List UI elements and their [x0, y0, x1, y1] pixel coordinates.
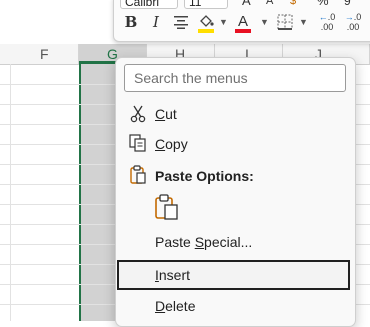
borders-icon[interactable] — [276, 12, 294, 32]
column-header-F[interactable]: F — [0, 44, 79, 64]
menu-item-label: Delete — [155, 298, 196, 314]
access-key: I — [155, 267, 159, 283]
decrease-decimal-icon[interactable]: →.0.00 — [343, 12, 363, 32]
column-label: F — [40, 46, 49, 62]
search-placeholder: Search the menus — [134, 70, 248, 86]
access-key: D — [155, 298, 166, 314]
menu-item-label: Paste Options: — [155, 168, 254, 184]
access-key: C — [155, 136, 166, 152]
access-key: C — [155, 106, 166, 122]
decimal-label: .0 — [327, 12, 336, 22]
font-name-value: Calibri — [125, 0, 160, 9]
font-name-box[interactable]: Calibri — [120, 0, 178, 9]
menu-item-delete[interactable]: Delete — [116, 291, 355, 321]
decimal-label: .00 — [320, 22, 334, 32]
copy-icon — [128, 129, 148, 162]
font-color-swatch — [235, 29, 251, 33]
font-size-value: 11 — [189, 0, 202, 9]
italic-button[interactable]: I — [149, 12, 163, 32]
chevron-down-icon[interactable]: ▼ — [299, 12, 308, 32]
access-key: S — [194, 234, 205, 250]
context-menu: Search the menus Cut Copy Paste Options:… — [115, 57, 356, 327]
menu-item-paste-special[interactable]: Paste Special... — [116, 227, 355, 257]
paste-option-button[interactable] — [154, 193, 180, 223]
menu-section-paste-options: Paste Options: — [116, 161, 355, 191]
font-size-box[interactable]: 11 — [184, 0, 228, 9]
menu-item-label: Insert — [155, 267, 191, 283]
accounting-format-icon[interactable]: $ — [290, 0, 296, 11]
increase-font-icon[interactable]: A — [242, 0, 251, 11]
menu-item-copy[interactable]: Copy — [116, 129, 355, 159]
align-center-icon[interactable] — [172, 12, 190, 32]
menu-item-label: Paste Special... — [155, 234, 253, 250]
search-menus-input[interactable]: Search the menus — [124, 64, 346, 92]
increase-decimal-icon[interactable]: ←.0 .00 — [315, 12, 339, 32]
menu-item-label: Copy — [155, 136, 188, 152]
menu-item-label: Cut — [155, 106, 177, 122]
mini-toolbar: Calibri 11 A A $ % 9 B I ▼ A ▼ ▼ ←.0 .00 — [113, 0, 370, 42]
clipboard-icon — [128, 161, 148, 195]
paste-icon — [154, 194, 180, 225]
decrease-font-icon[interactable]: A — [266, 0, 273, 11]
chevron-down-icon[interactable]: ▼ — [219, 12, 228, 32]
percent-style-button[interactable]: % — [317, 0, 329, 11]
chevron-down-icon[interactable]: ▼ — [260, 12, 269, 32]
bold-button[interactable]: B — [124, 12, 138, 32]
menu-item-cut[interactable]: Cut — [116, 99, 355, 129]
column-divider — [10, 64, 11, 321]
menu-item-insert[interactable]: Insert — [116, 260, 355, 290]
fill-color-swatch — [198, 29, 214, 33]
comma-style-icon[interactable]: 9 — [344, 0, 351, 11]
selected-column-cells[interactable] — [79, 64, 115, 321]
scissors-icon — [128, 99, 148, 133]
focus-outline — [117, 260, 350, 290]
